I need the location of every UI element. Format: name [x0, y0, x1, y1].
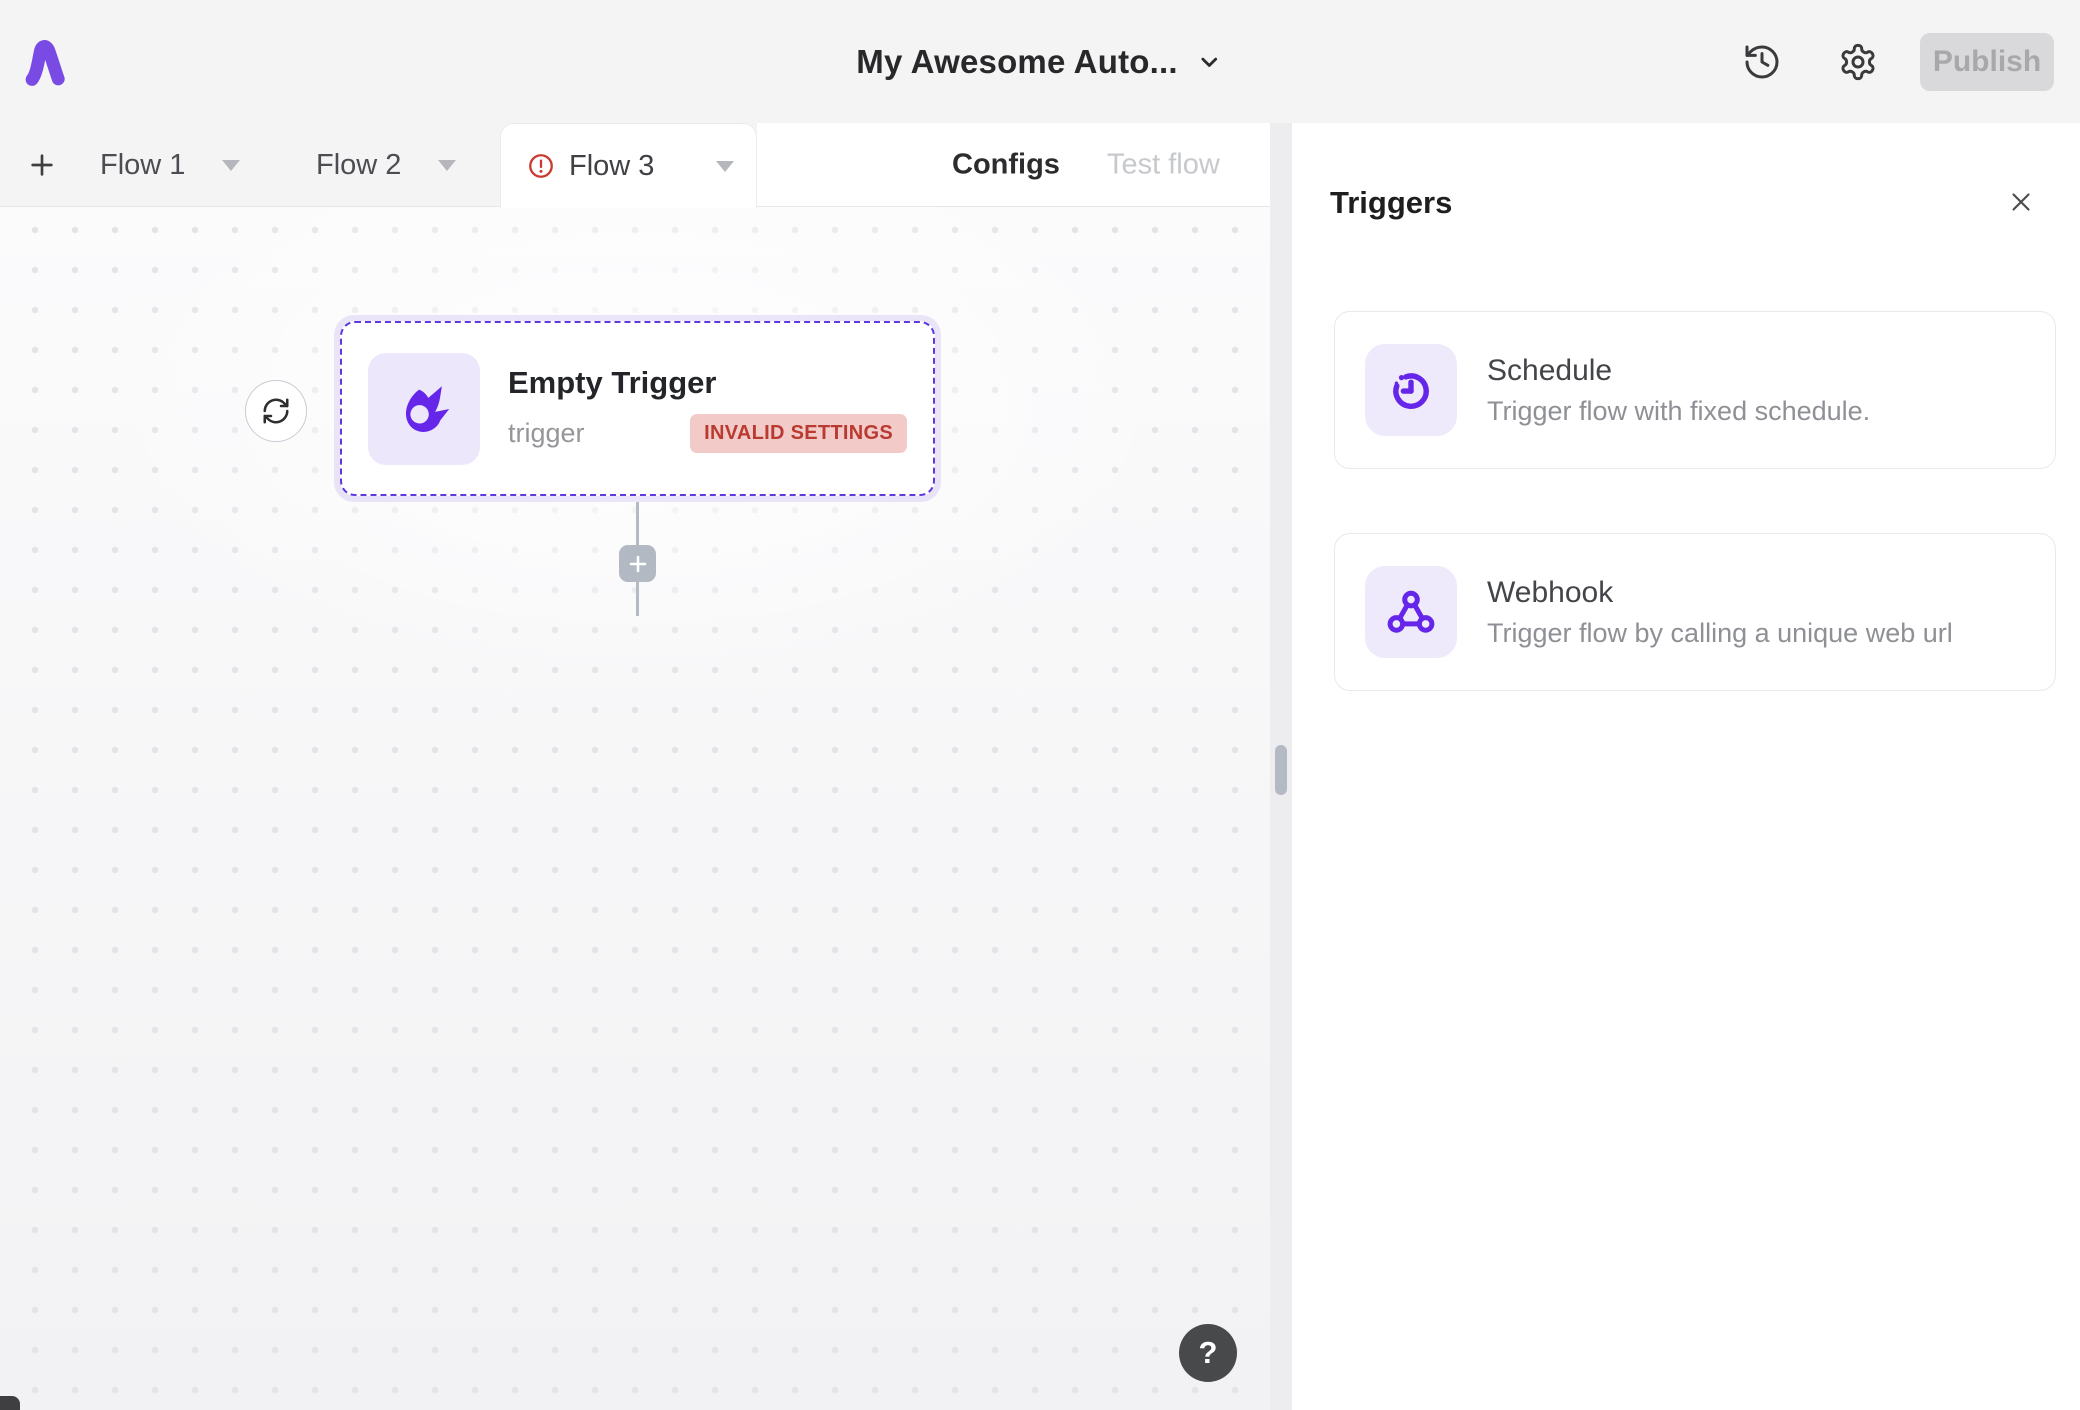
activepieces-logo-icon [25, 34, 67, 90]
trigger-icon-box [368, 353, 480, 465]
trigger-card-schedule[interactable]: Schedule Trigger flow with fixed schedul… [1334, 311, 2056, 469]
tab-flow-3-active[interactable]: Flow 3 [500, 123, 757, 208]
close-icon [2006, 187, 2036, 217]
tab-label: Flow 2 [316, 149, 401, 182]
top-bar: My Awesome Auto... Publish [0, 0, 2080, 123]
trigger-card-webhook[interactable]: Webhook Trigger flow by calling a unique… [1334, 533, 2056, 691]
tab-label: Flow 3 [569, 150, 654, 183]
add-flow-button[interactable] [20, 143, 64, 187]
test-flow-button[interactable]: Test flow [1107, 149, 1220, 182]
dropdown-caret-icon [438, 160, 456, 171]
flow-builder-screen: My Awesome Auto... Publish [0, 0, 2080, 1410]
alert-circle-icon [527, 152, 555, 180]
flame-icon [393, 378, 455, 440]
webhook-icon-box [1365, 566, 1457, 658]
flow-canvas[interactable]: Empty Trigger trigger INVALID SETTINGS [0, 207, 1270, 1410]
flow-tab-bar: Flow 1 Flow 2 Flow 3 Configs Test flow [0, 123, 1270, 207]
trigger-node[interactable]: Empty Trigger trigger INVALID SETTINGS [340, 321, 935, 496]
panel-title: Triggers [1330, 185, 1452, 221]
card-text: Schedule Trigger flow with fixed schedul… [1487, 354, 1870, 427]
app-logo[interactable] [25, 34, 67, 90]
tab-label: Flow 1 [100, 149, 185, 182]
card-description: Trigger flow by calling a unique web url [1487, 618, 1953, 649]
card-title: Webhook [1487, 576, 1953, 610]
history-button[interactable] [1741, 41, 1783, 83]
dropdown-caret-icon [222, 160, 240, 171]
swap-trigger-button[interactable] [245, 380, 307, 442]
tab-flow-2[interactable]: Flow 2 [316, 123, 456, 207]
plus-icon [626, 552, 650, 576]
gear-icon [1838, 42, 1878, 82]
publish-button[interactable]: Publish [1920, 33, 2054, 91]
card-text: Webhook Trigger flow by calling a unique… [1487, 576, 1953, 649]
plus-icon [26, 149, 58, 181]
canvas-scrollbar-track[interactable] [1270, 123, 1292, 1410]
schedule-icon-box [1365, 344, 1457, 436]
corner-widget [0, 1396, 20, 1410]
tab-flow-1[interactable]: Flow 1 [100, 123, 240, 207]
add-step-button[interactable] [619, 545, 656, 582]
clock-icon [1385, 364, 1437, 416]
card-title: Schedule [1487, 354, 1870, 388]
trigger-node-text: Empty Trigger trigger INVALID SETTINGS [508, 365, 907, 453]
history-icon [1742, 42, 1782, 82]
tab-configs[interactable]: Configs [952, 149, 1060, 182]
trigger-node-title: Empty Trigger [508, 365, 907, 401]
close-panel-button[interactable] [2004, 185, 2038, 219]
refresh-icon [261, 396, 291, 426]
trigger-node-subtitle: trigger [508, 418, 585, 449]
canvas-scrollbar-thumb[interactable] [1275, 745, 1287, 795]
webhook-icon [1385, 586, 1437, 638]
invalid-settings-badge: INVALID SETTINGS [690, 414, 907, 453]
help-button[interactable]: ? [1179, 1324, 1237, 1382]
card-description: Trigger flow with fixed schedule. [1487, 396, 1870, 427]
flow-title: My Awesome Auto... [856, 43, 1177, 81]
triggers-panel: Triggers Schedule Trigger flow with fixe… [1292, 123, 2080, 1410]
trigger-node-selection-halo: Empty Trigger trigger INVALID SETTINGS [334, 315, 941, 502]
dropdown-caret-icon [716, 161, 734, 172]
chevron-down-icon [1196, 48, 1224, 76]
settings-button[interactable] [1837, 41, 1879, 83]
flow-title-dropdown[interactable]: My Awesome Auto... [856, 0, 1223, 123]
